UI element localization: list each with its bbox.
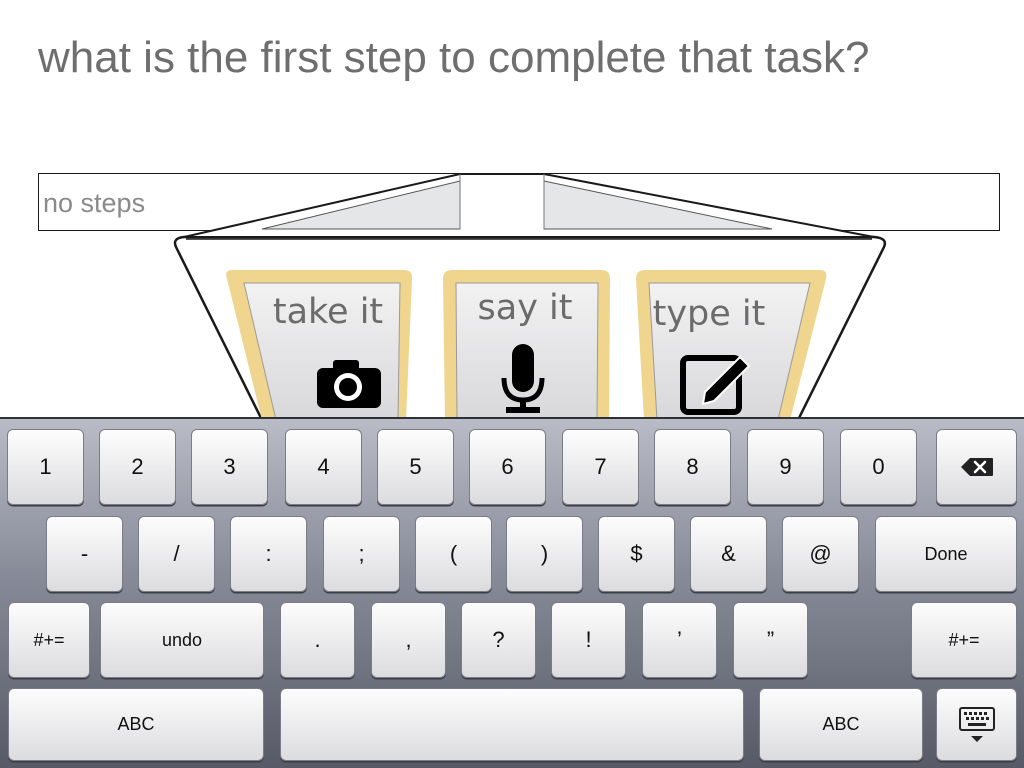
key-5[interactable]: 5	[377, 429, 454, 505]
backspace-icon	[960, 458, 993, 476]
space-key[interactable]	[280, 688, 744, 761]
key-6[interactable]: 6	[469, 429, 546, 505]
key-close-paren[interactable]: )	[506, 516, 583, 592]
key-exclamation[interactable]: !	[551, 602, 626, 678]
key-1[interactable]: 1	[7, 429, 84, 505]
key-9[interactable]: 9	[747, 429, 824, 505]
key-7[interactable]: 7	[562, 429, 639, 505]
key-open-paren[interactable]: (	[415, 516, 492, 592]
key-colon[interactable]: :	[230, 516, 307, 592]
delete-key[interactable]	[936, 429, 1017, 505]
key-dollar[interactable]: $	[598, 516, 675, 592]
key-slash[interactable]: /	[138, 516, 215, 592]
key-ampersand[interactable]: &	[690, 516, 767, 592]
abc-right-key[interactable]: ABC	[759, 688, 923, 761]
done-key[interactable]: Done	[875, 516, 1017, 592]
key-comma[interactable]: ,	[371, 602, 446, 678]
keyboard-hide-icon	[958, 706, 995, 742]
option-say-it-target[interactable]	[442, 268, 610, 418]
shift-symbols-left-key[interactable]: #+=	[8, 602, 90, 678]
abc-left-key[interactable]: ABC	[8, 688, 264, 761]
keyboard: 1 2 3 4 5 6 7 8 9 0 - / : ; ( ) $ & @ Do…	[0, 417, 1024, 768]
key-semicolon[interactable]: ;	[323, 516, 400, 592]
key-question[interactable]: ?	[461, 602, 536, 678]
key-hyphen[interactable]: -	[46, 516, 123, 592]
hide-keyboard-key[interactable]	[936, 688, 1017, 761]
key-3[interactable]: 3	[191, 429, 268, 505]
key-quote[interactable]: ”	[733, 602, 808, 678]
key-4[interactable]: 4	[285, 429, 362, 505]
key-at[interactable]: @	[782, 516, 859, 592]
option-type-it-target[interactable]	[634, 268, 826, 418]
key-0[interactable]: 0	[840, 429, 917, 505]
option-take-it-target[interactable]	[222, 268, 414, 418]
key-2[interactable]: 2	[99, 429, 176, 505]
key-period[interactable]: .	[280, 602, 355, 678]
undo-key[interactable]: undo	[100, 602, 264, 678]
shift-symbols-right-key[interactable]: #+=	[911, 602, 1017, 678]
key-apostrophe[interactable]: ’	[642, 602, 717, 678]
key-8[interactable]: 8	[654, 429, 731, 505]
